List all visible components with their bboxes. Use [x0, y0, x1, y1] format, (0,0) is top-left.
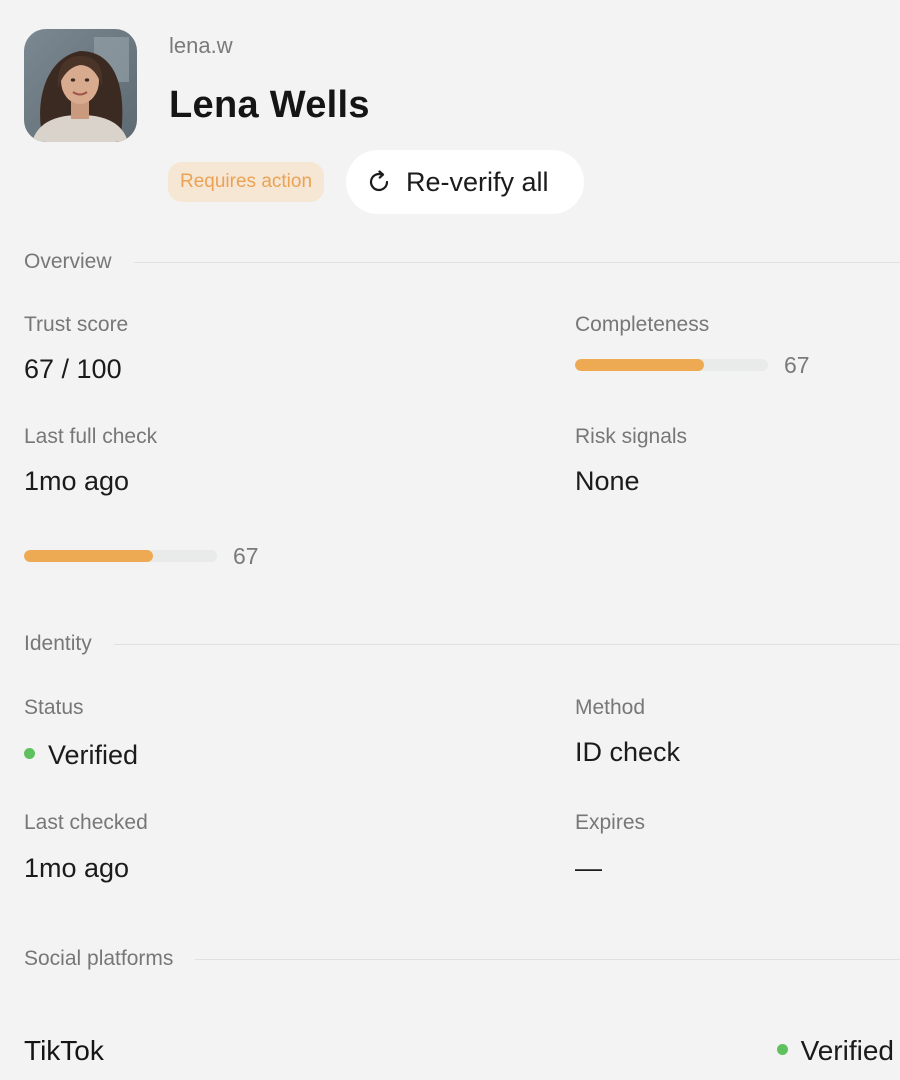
risk-signals-label: Risk signals — [575, 425, 688, 448]
method-value: ID check — [575, 737, 681, 767]
status-label: Status — [24, 696, 84, 719]
divider — [133, 261, 900, 263]
platform-name[interactable]: TikTok — [24, 1034, 104, 1068]
last-checked-value: 1mo ago — [24, 853, 130, 883]
section-overview: Overview — [24, 247, 900, 277]
divider — [113, 643, 900, 645]
completeness-value: 67 — [784, 352, 810, 378]
section-title: Overview — [24, 250, 112, 273]
status-badge: Requires action — [168, 162, 325, 202]
expires-value: — — [575, 853, 602, 883]
status-text: Verified — [48, 740, 139, 770]
completeness-progress-bar — [575, 359, 768, 371]
method-label: Method — [575, 696, 646, 719]
score-progress-bar — [24, 550, 217, 562]
reverify-all-label: Re-verify all — [406, 166, 549, 197]
platform-status: Verified — [776, 1034, 894, 1068]
username-handle: lena.w — [169, 33, 233, 58]
expires-label: Expires — [575, 811, 646, 834]
score-progress-value: 67 — [233, 543, 259, 569]
platform-status-text: Verified — [800, 1035, 894, 1066]
completeness-label: Completeness — [575, 313, 710, 336]
divider — [195, 958, 900, 960]
reverify-all-button[interactable]: Re-verify all — [346, 150, 584, 214]
profile-name: Lena Wells — [169, 84, 370, 126]
refresh-icon — [366, 169, 392, 195]
section-identity: Identity — [24, 629, 900, 659]
trust-score-label: Trust score — [24, 313, 129, 336]
avatar — [24, 29, 137, 142]
section-title: Social platforms — [24, 947, 174, 970]
score-progress-fill — [24, 550, 154, 562]
last-checked-label: Last checked — [24, 811, 148, 834]
last-full-check-value: 1mo ago — [24, 466, 130, 496]
last-full-check-label: Last full check — [24, 425, 158, 448]
status-dot-icon — [24, 748, 35, 760]
risk-signals-value: None — [575, 466, 640, 496]
status-dot-icon — [776, 1044, 788, 1056]
section-social-platforms: Social platforms — [24, 944, 900, 974]
section-title: Identity — [24, 632, 92, 655]
completeness-progress-fill — [575, 359, 705, 371]
status-value: Verified — [24, 739, 138, 771]
trust-score-value: 67 / 100 — [24, 354, 122, 384]
